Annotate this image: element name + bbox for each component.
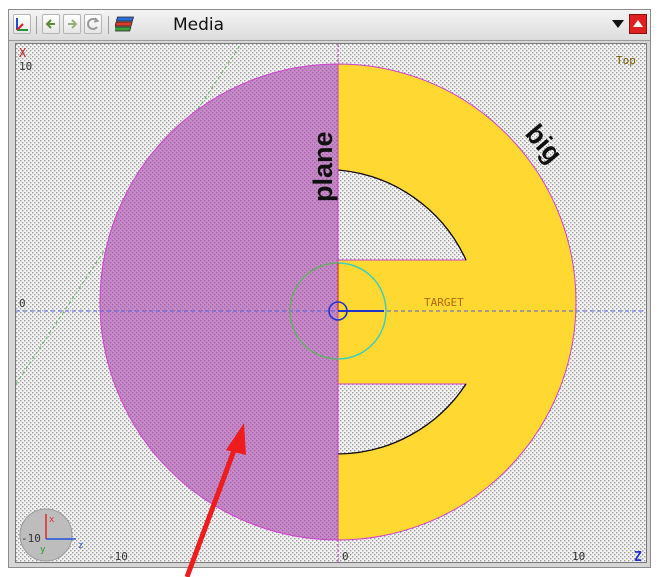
tick-bottom-10: 10 — [572, 550, 585, 563]
axes-icon[interactable] — [13, 14, 31, 34]
dropdown-arrow-icon[interactable] — [609, 14, 627, 34]
axis-z-label: Z — [634, 550, 642, 563]
tick-top-label: 10 — [19, 60, 32, 73]
target-label: TARGET — [424, 296, 464, 309]
collapse-up-icon[interactable] — [629, 14, 647, 34]
gizmo-value-label: -10 — [21, 532, 41, 545]
media-window: Media TARGET plane big X 10 Top 0 -10 0 … — [8, 9, 651, 568]
refresh-icon[interactable] — [84, 14, 102, 34]
plane-label: plane — [308, 131, 338, 202]
view-name-label: Top — [616, 54, 636, 67]
layers-icon[interactable] — [113, 15, 165, 35]
tick-bottom-zero: 0 — [342, 550, 349, 563]
gizmo-y-label: y — [40, 545, 46, 555]
tick-left-zero: 0 — [19, 297, 26, 310]
tick-bottom-neg10: -10 — [108, 550, 128, 563]
gizmo-x-label: x — [49, 515, 55, 525]
axis-x-label: X — [19, 46, 27, 60]
viewport-top[interactable]: TARGET plane big X 10 Top 0 -10 0 10 Z -… — [15, 43, 647, 563]
arrow-left-icon[interactable] — [42, 14, 60, 34]
arrow-right-icon[interactable] — [63, 14, 81, 34]
media-label: Media — [173, 15, 225, 35]
toolbar: Media — [9, 10, 650, 41]
gizmo-z-label: z — [78, 541, 83, 551]
